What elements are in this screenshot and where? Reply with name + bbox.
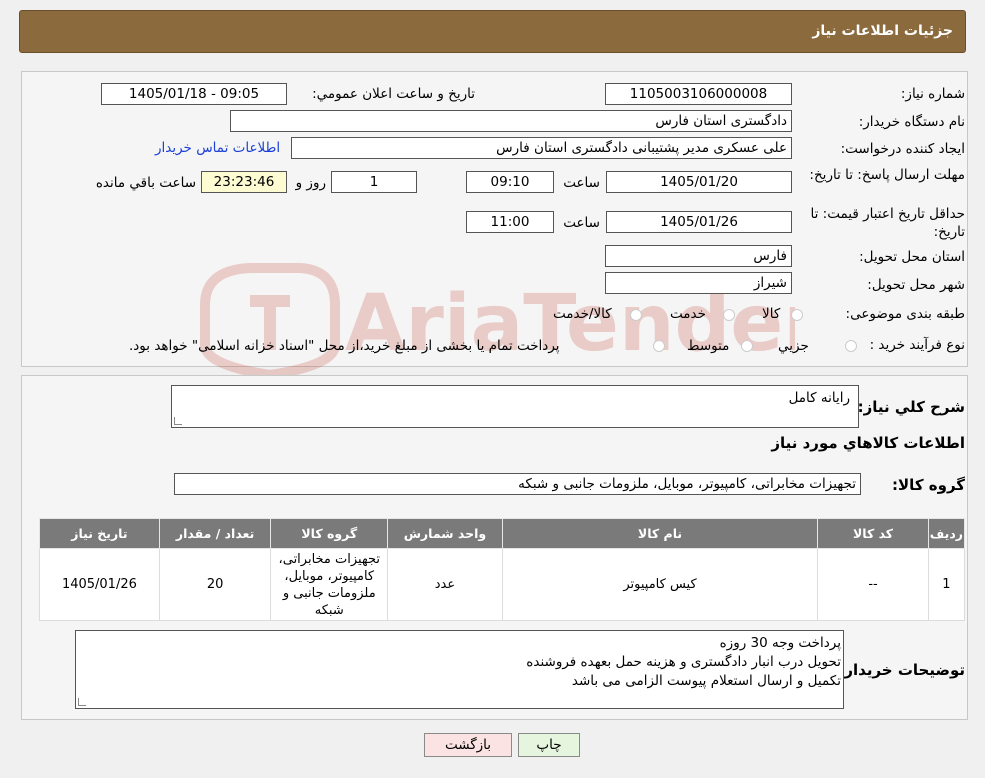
col-goods-group: گروه كالا: [270, 518, 389, 549]
print-button[interactable]: چاپ: [518, 733, 580, 757]
process-minor-radio[interactable]: [845, 340, 857, 352]
need-number-label: شماره نیاز:: [900, 86, 965, 102]
back-button[interactable]: بازگشت: [424, 733, 512, 757]
deadline-date-field: 1405/01/20: [606, 171, 792, 193]
requester-field: علی عسکری مدیر پشتیبانی دادگستری استان ف…: [291, 137, 792, 159]
validity-time-label: ساعت: [563, 215, 600, 231]
cell-row-number: 1: [927, 548, 966, 621]
summary-text: رایانه کامل: [788, 390, 850, 406]
days-label: روز و: [295, 175, 326, 191]
cell-unit: عدد: [387, 548, 503, 621]
col-need-date: تاريخ نياز: [39, 518, 160, 549]
city-label: شهر محل تحويل:: [867, 277, 965, 293]
table-row: 1 -- کیس کامپیوتر عدد تجهیزات مخابراتی، …: [39, 548, 966, 621]
summary-textarea[interactable]: رایانه کامل: [171, 385, 859, 428]
cell-goods-group: تجهیزات مخابراتی، کامپیوتر، موبایل، ملزو…: [270, 548, 389, 621]
deadline-time-label: ساعت: [563, 175, 600, 191]
validity-time-field: 11:00: [466, 211, 554, 233]
page-title: جزئیات اطلاعات نیاز: [812, 23, 953, 39]
deadline-time-field: 09:10: [466, 171, 554, 193]
validity-date-field: 1405/01/26: [606, 211, 792, 233]
requester-label: ايجاد کننده درخواست:: [840, 141, 965, 157]
goods-table: رديف كد كالا نام كالا واحد شمارش گروه كا…: [39, 518, 966, 621]
category-goods-label: کالا: [762, 306, 781, 322]
process-treasury-radio[interactable]: [653, 340, 665, 352]
cell-goods-name: کیس کامپیوتر: [501, 548, 819, 621]
summary-label: شرح كلي نياز:: [857, 398, 965, 416]
process-medium-radio[interactable]: [741, 340, 753, 352]
category-goods-service-radio[interactable]: [630, 309, 642, 321]
buyer-contact-link[interactable]: اطلاعات تماس خريدار: [155, 140, 280, 156]
col-goods-name: نام كالا: [501, 518, 819, 549]
category-service-radio[interactable]: [723, 309, 735, 321]
category-goods-service-label: کالا/خدمت: [553, 306, 612, 322]
deadline-label: مهلت ارسال پاسخ: تا تاريخ:: [809, 167, 965, 183]
cell-goods-code: --: [817, 548, 929, 621]
announce-datetime-label: تاريخ و ساعت اعلان عمومي:: [312, 86, 475, 102]
category-goods-radio[interactable]: [791, 309, 803, 321]
process-minor-label: جزیي: [778, 338, 809, 354]
resize-handle-icon[interactable]: [78, 698, 86, 706]
col-quantity: تعداد / مقدار: [158, 518, 272, 549]
announce-datetime-field: 1405/01/18 - 09:05: [101, 83, 287, 105]
buyer-notes-label: توضيحات خريدار:: [838, 661, 965, 679]
process-medium-label: متوسط: [687, 338, 730, 354]
goods-group-field: تجهیزات مخابراتی، کامپیوتر، موبایل، ملزو…: [174, 473, 861, 495]
remaining-time-label: ساعت باقي مانده: [95, 175, 196, 191]
table-header-row: رديف كد كالا نام كالا واحد شمارش گروه كا…: [39, 518, 966, 549]
remaining-time-field: 23:23:46: [201, 171, 287, 193]
province-field: فارس: [605, 245, 792, 267]
buyer-notes-line-3: تکمیل و ارسال استعلام پیوست الزامی می با…: [571, 673, 841, 689]
goods-info-title: اطلاعات كالاهاي مورد نياز: [771, 434, 965, 452]
col-unit: واحد شمارش: [387, 518, 503, 549]
province-label: استان محل تحويل:: [859, 249, 965, 265]
cell-quantity: 20: [158, 548, 272, 621]
buyer-notes-line-2: تحویل درب انبار دادگستری و هزینه حمل بعه…: [526, 654, 841, 670]
category-service-label: خدمت: [670, 306, 706, 322]
resize-handle-icon[interactable]: [174, 417, 182, 425]
process-label: نوع فرآيند خريد :: [869, 337, 965, 353]
buyer-notes-textarea[interactable]: پرداخت وجه 30 روزه تحویل درب انبار دادگس…: [75, 630, 844, 709]
need-number-field: 1105003106000008: [605, 83, 792, 105]
city-field: شیراز: [605, 272, 792, 294]
buyer-notes-line-1: پرداخت وجه 30 روزه: [719, 635, 841, 651]
validity-label: حداقل تاريخ اعتبار قيمت: تا تاريخ:: [810, 206, 965, 240]
days-field: 1: [331, 171, 417, 193]
buyer-org-field: دادگستری استان فارس: [230, 110, 792, 132]
category-label: طبقه بندی موضوعی:: [845, 306, 965, 322]
col-row-number: رديف: [927, 518, 966, 549]
goods-group-label: گروه كالا:: [892, 476, 965, 494]
col-goods-code: كد كالا: [817, 518, 929, 549]
page-header: جزئیات اطلاعات نیاز: [19, 10, 966, 53]
process-treasury-note: پرداخت تمام یا بخشی از مبلغ خرید،از محل …: [129, 338, 560, 354]
cell-need-date: 1405/01/26: [39, 548, 160, 621]
buyer-org-label: نام دستگاه خريدار:: [858, 114, 965, 130]
